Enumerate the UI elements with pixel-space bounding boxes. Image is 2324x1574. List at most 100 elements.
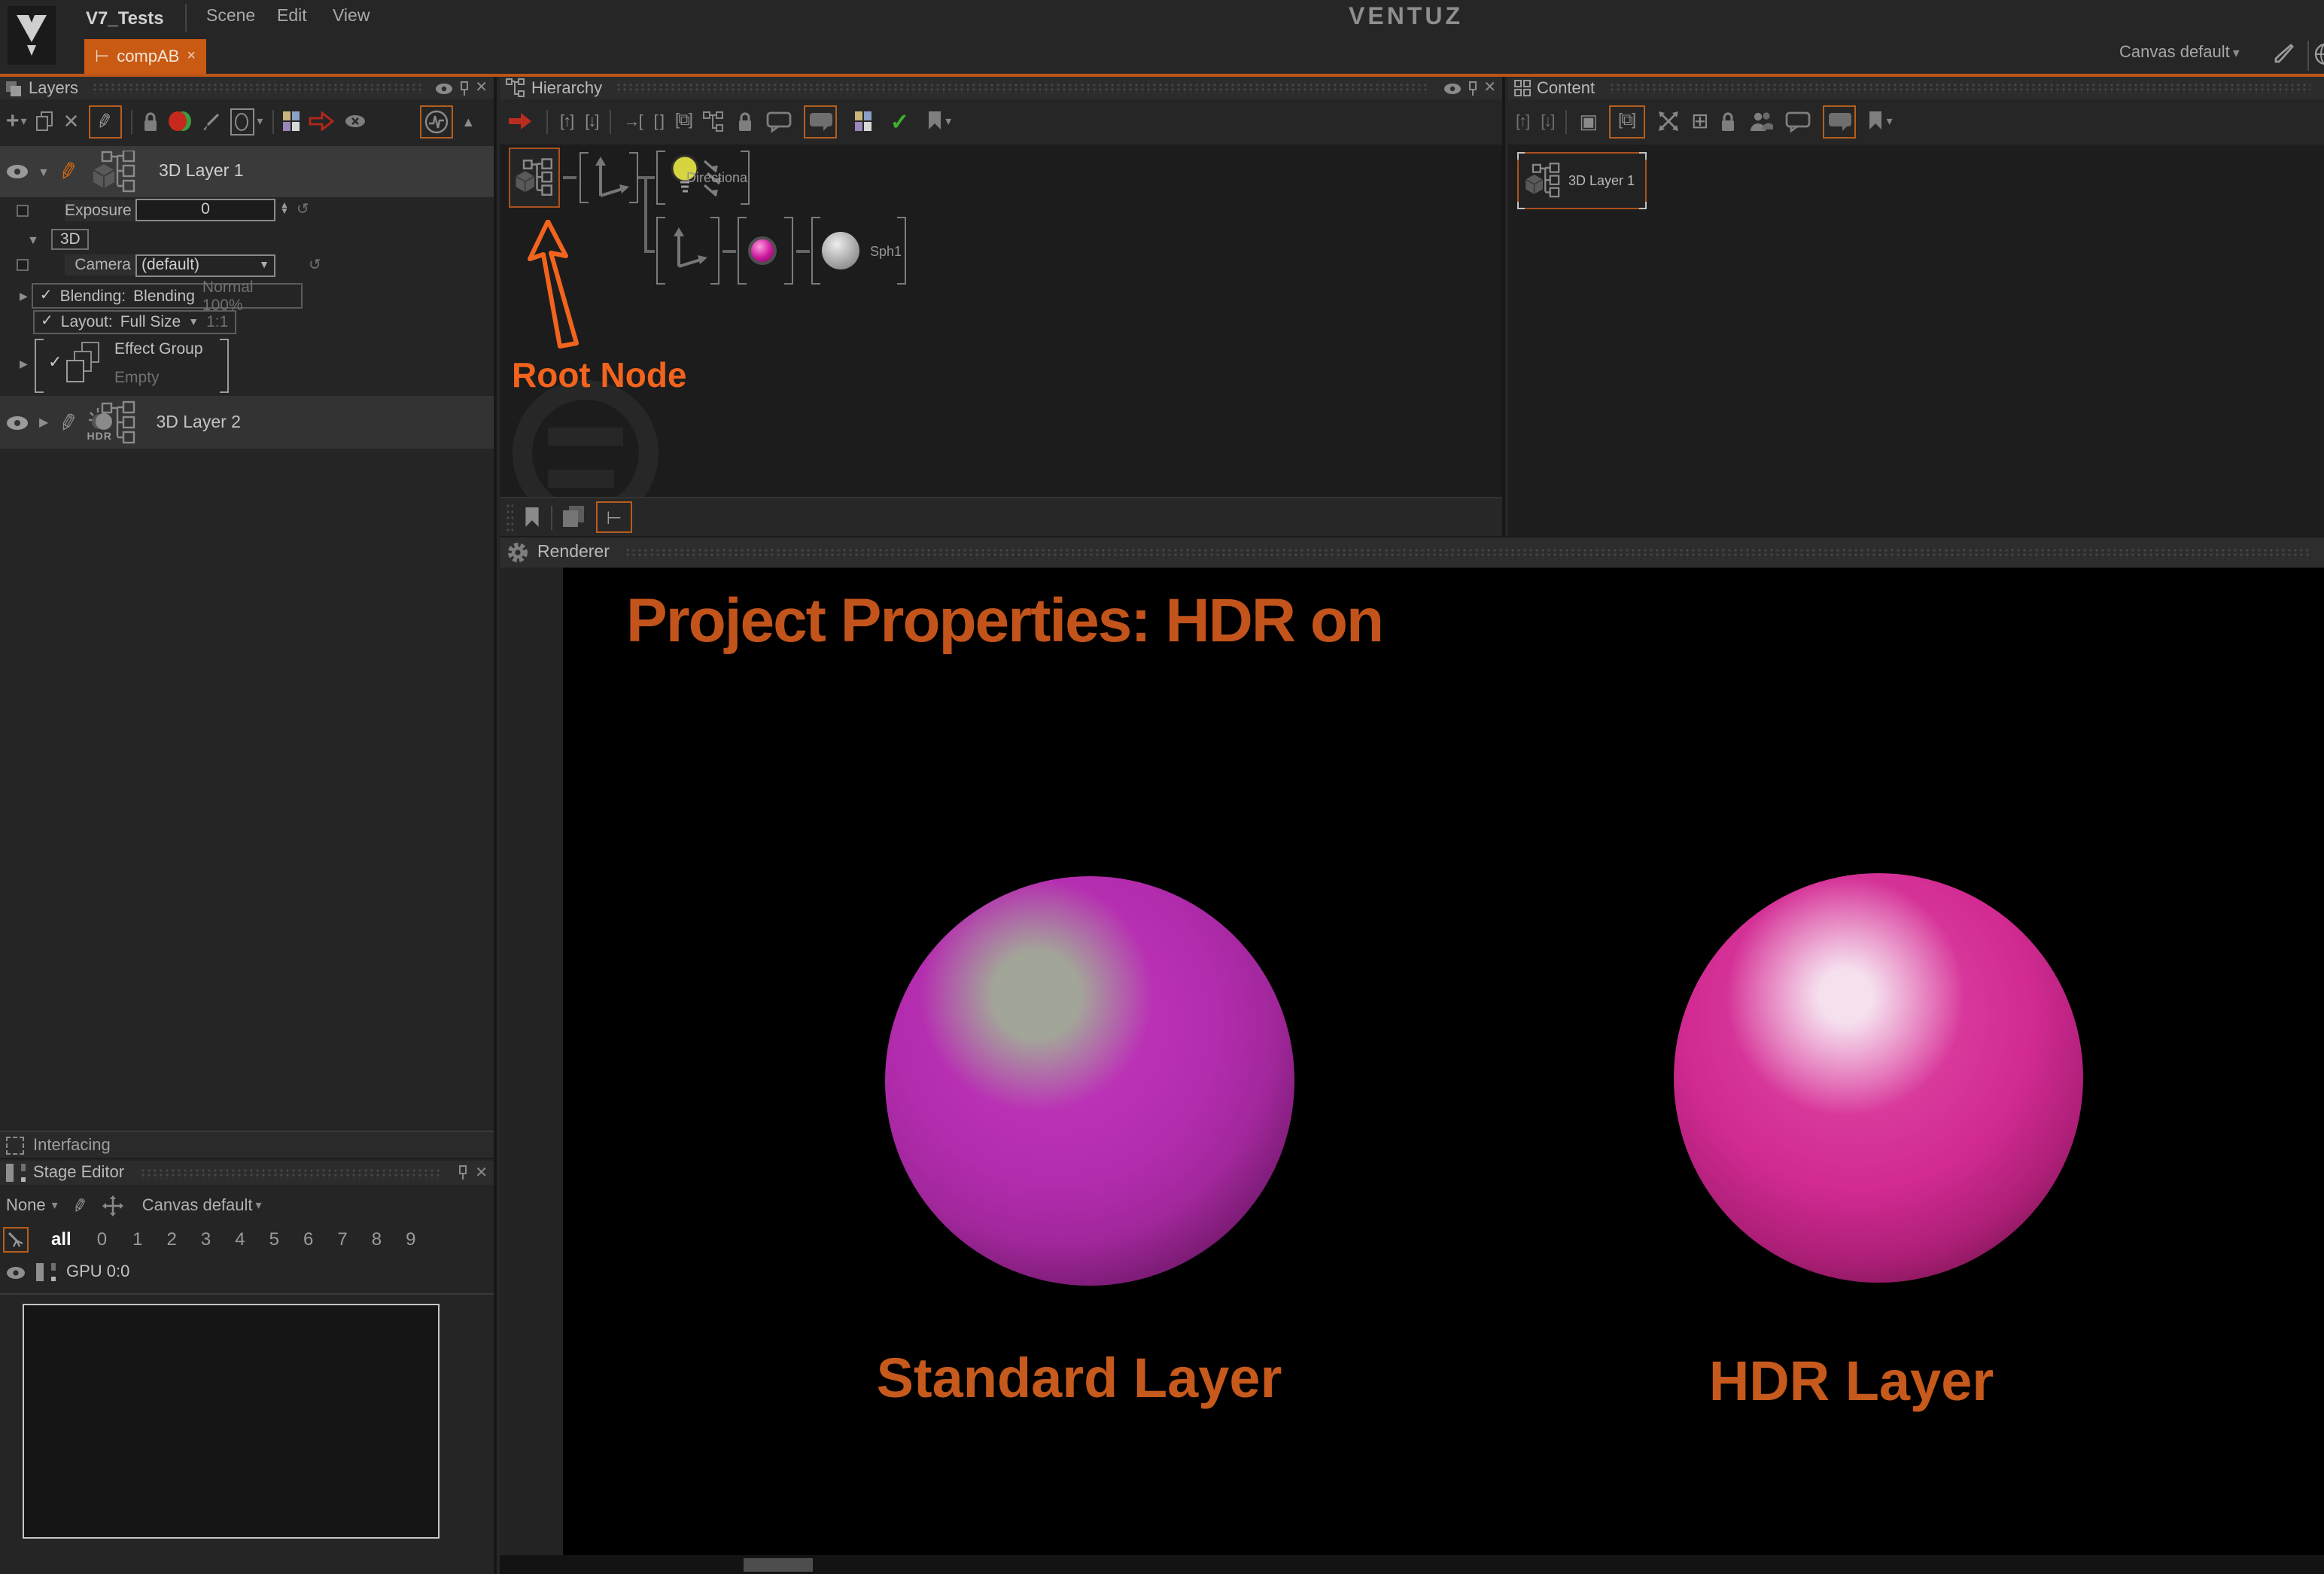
tabstrip-drag-dots[interactable] bbox=[506, 502, 513, 532]
comment-filled-button[interactable] bbox=[1824, 105, 1857, 138]
people-icon[interactable] bbox=[1750, 111, 1774, 132]
add-layer-button[interactable]: + ▾ bbox=[6, 110, 27, 132]
move-up-button[interactable]: [↑] bbox=[560, 112, 573, 130]
content-item-3d-layer-1[interactable]: 3D Layer 1 bbox=[1517, 152, 1647, 209]
filter-0[interactable]: 0 bbox=[97, 1228, 107, 1250]
move-down-button[interactable]: [↓] bbox=[1541, 112, 1553, 130]
ventuz-logo[interactable] bbox=[8, 6, 56, 65]
hierarchy-panel-header[interactable]: Hierarchy ✕ bbox=[500, 77, 1502, 99]
exposure-checkbox[interactable] bbox=[17, 204, 29, 216]
renderer-bar[interactable]: Renderer bbox=[500, 536, 2324, 568]
layers-stack-icon[interactable] bbox=[563, 506, 586, 528]
layer-row-1[interactable]: ▼ ✎ 3D Layer 1 bbox=[0, 146, 494, 197]
delete-button[interactable]: ✕ bbox=[63, 109, 80, 133]
comment-outline-icon[interactable] bbox=[767, 111, 792, 132]
duplicate-button[interactable] bbox=[36, 111, 54, 131]
exposure-stepper[interactable]: ▲ ▼ bbox=[280, 205, 289, 215]
shape-mode-button[interactable]: ▾ bbox=[230, 108, 263, 135]
chevron-down-icon[interactable]: ▾ bbox=[52, 1198, 58, 1212]
eye-x-icon[interactable] bbox=[344, 114, 365, 128]
filter-2[interactable]: 2 bbox=[166, 1228, 176, 1250]
expand-right-icon[interactable]: ▶ bbox=[20, 290, 28, 302]
bookmark-button[interactable]: ▾ bbox=[1869, 111, 1893, 131]
scene-tab[interactable]: ⊢ compAB × bbox=[84, 39, 206, 74]
animation-curve-button[interactable] bbox=[419, 105, 452, 138]
scene-tab-close-icon[interactable]: × bbox=[187, 48, 196, 65]
panel-drag-dots[interactable] bbox=[92, 83, 421, 93]
exposure-input[interactable]: 0 bbox=[135, 199, 275, 221]
pencil-icon[interactable]: ✎ bbox=[56, 156, 81, 187]
panel-drag-dots[interactable] bbox=[625, 547, 2310, 558]
lock-icon[interactable] bbox=[141, 111, 159, 132]
move-cross-icon[interactable] bbox=[103, 1195, 124, 1216]
expand-arrows-icon[interactable] bbox=[1656, 110, 1679, 132]
subtree-icon[interactable] bbox=[704, 111, 725, 132]
comment-outline-icon[interactable] bbox=[1786, 111, 1811, 132]
clear-filter-button[interactable] bbox=[3, 1226, 29, 1252]
expand-right-icon[interactable]: ▶ bbox=[20, 358, 28, 370]
group-nodes-button[interactable]: [⧉] bbox=[675, 111, 692, 131]
filter-1[interactable]: 1 bbox=[132, 1228, 142, 1250]
live-arrow-icon[interactable] bbox=[507, 111, 534, 131]
horizontal-scrollbar[interactable] bbox=[500, 1555, 2324, 1574]
panel-drag-dots[interactable] bbox=[616, 83, 1429, 93]
panel-pin-icon[interactable] bbox=[457, 1165, 467, 1180]
link-content-button[interactable]: ▣ bbox=[1580, 109, 1597, 133]
panel-drag-dots[interactable] bbox=[139, 1168, 442, 1178]
chevron-down-icon[interactable]: ▼ bbox=[188, 317, 199, 327]
menu-item-view[interactable]: View bbox=[333, 8, 370, 26]
filter-3[interactable]: 3 bbox=[201, 1228, 211, 1250]
render-viewport[interactable]: Project Properties: HDR on Standard Laye… bbox=[563, 568, 2324, 1555]
preset-select[interactable]: None bbox=[6, 1196, 46, 1214]
blend-ball-icon[interactable] bbox=[168, 111, 190, 131]
effect-group-row[interactable]: ▶ ✓ Effect Group Empty bbox=[0, 336, 494, 396]
filter-4[interactable]: 4 bbox=[235, 1228, 245, 1250]
bookmark-icon[interactable] bbox=[524, 507, 540, 528]
scroll-up-icon[interactable]: ▲ bbox=[461, 114, 475, 129]
panel-close-icon[interactable]: ✕ bbox=[475, 1165, 488, 1181]
stage-preview-box[interactable] bbox=[23, 1304, 440, 1539]
pencil-icon[interactable]: ✎ bbox=[56, 406, 81, 437]
eye-icon[interactable] bbox=[6, 1265, 26, 1279]
menu-item-edit[interactable]: Edit bbox=[277, 8, 307, 26]
layer-row-2[interactable]: ▶ ✎ HDR 3D Layer 2 bbox=[0, 396, 494, 449]
lock-icon[interactable] bbox=[1720, 111, 1738, 132]
filter-9[interactable]: 9 bbox=[406, 1228, 415, 1250]
filter-6[interactable]: 6 bbox=[303, 1228, 313, 1250]
color-palette-icon[interactable] bbox=[856, 111, 872, 131]
tree-tab-button[interactable]: ⊢ bbox=[596, 501, 632, 533]
layout-row[interactable]: ✓ Layout: Full Size ▼ 1:1 bbox=[0, 310, 494, 334]
panel-pin-icon[interactable] bbox=[458, 81, 469, 96]
panel-eye-icon[interactable] bbox=[1443, 82, 1461, 94]
visibility-eye-icon[interactable] bbox=[6, 164, 29, 179]
reset-icon[interactable]: ↺ bbox=[297, 202, 309, 218]
filter-all[interactable]: all bbox=[51, 1228, 71, 1250]
move-down-button[interactable]: [↓] bbox=[585, 112, 598, 130]
group-3d-row[interactable]: ▼ 3D bbox=[0, 227, 494, 251]
bookmark-button[interactable]: ▾ bbox=[927, 111, 951, 131]
stage-editor-header[interactable]: Stage Editor ✕ bbox=[0, 1161, 494, 1185]
stage-canvas-selector[interactable]: Canvas default ▾ bbox=[142, 1196, 262, 1214]
filter-8[interactable]: 8 bbox=[372, 1228, 382, 1250]
menu-item-scene[interactable]: Scene bbox=[206, 8, 255, 26]
layers-panel-header[interactable]: Layers ✕ bbox=[0, 77, 494, 99]
move-into-button[interactable]: →[ bbox=[624, 112, 642, 130]
content-body[interactable]: 3D Layer 1 bbox=[1508, 145, 2324, 536]
collapse-caret-icon[interactable]: ▼ bbox=[27, 233, 39, 246]
panel-close-icon[interactable]: ✕ bbox=[1483, 80, 1496, 96]
move-up-button[interactable]: [↑] bbox=[1516, 112, 1529, 130]
reset-icon[interactable]: ↺ bbox=[309, 257, 321, 273]
content-panel-header[interactable]: Content bbox=[1508, 77, 2324, 99]
scrollbar-thumb[interactable] bbox=[744, 1558, 813, 1572]
globe-icon[interactable] bbox=[2313, 42, 2324, 68]
edit-layer-button[interactable]: ✎ bbox=[88, 105, 121, 138]
interfacing-panel-header[interactable]: Interfacing bbox=[0, 1131, 494, 1159]
color-palette-icon[interactable] bbox=[282, 111, 299, 131]
panel-close-icon[interactable]: ✕ bbox=[475, 80, 488, 96]
panel-eye-icon[interactable] bbox=[434, 82, 452, 94]
jump-arrow-icon[interactable] bbox=[308, 111, 335, 131]
camera-checkbox[interactable] bbox=[17, 259, 29, 271]
filter-5[interactable]: 5 bbox=[269, 1228, 279, 1250]
comment-filled-button[interactable] bbox=[805, 105, 838, 138]
paintbrush-icon[interactable] bbox=[199, 111, 221, 132]
